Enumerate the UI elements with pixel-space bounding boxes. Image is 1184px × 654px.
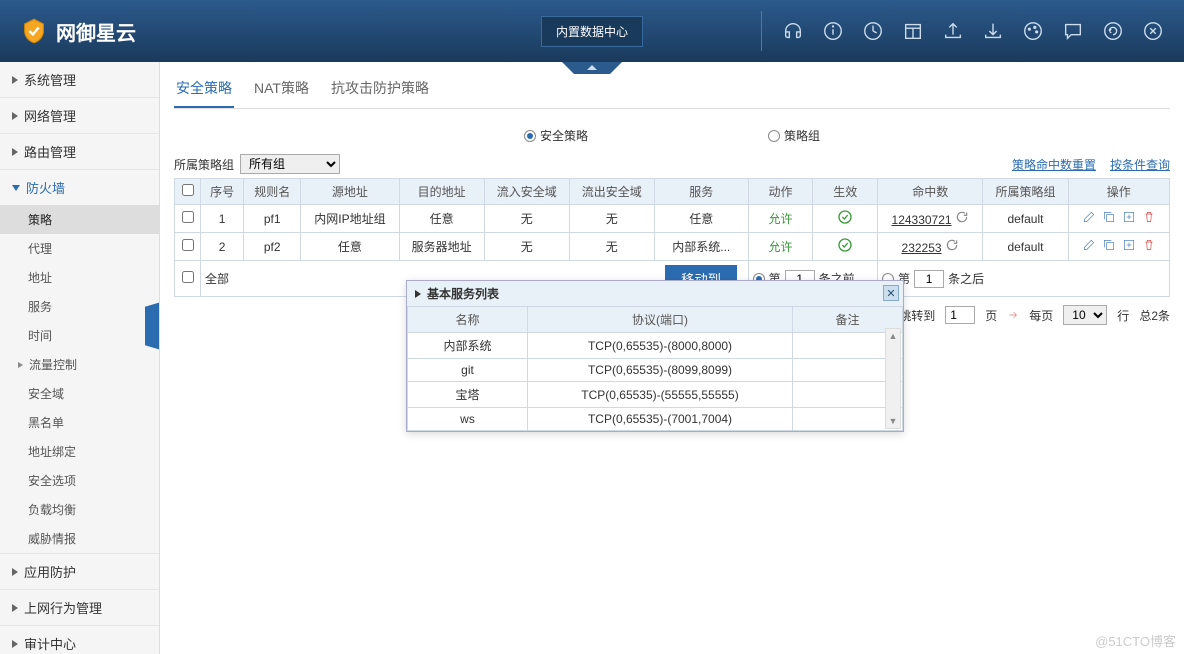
sidebar: 系统管理 网络管理 路由管理 防火墙 策略 代理 地址 服务 时间 流量控制 安… [0,62,160,654]
copy-icon[interactable] [1102,238,1116,255]
select-all-checkbox[interactable] [182,184,194,196]
brand-logo: 网御星云 [20,17,136,46]
page-go-icon[interactable] [1007,309,1019,321]
query-by-condition-link[interactable]: 按条件查询 [1110,156,1170,173]
group-filter-label: 所属策略组 [174,156,234,173]
delete-icon[interactable] [1142,238,1156,255]
edit-icon[interactable] [1082,238,1096,255]
sidebar-sub-lb[interactable]: 负载均衡 [0,495,159,524]
tab-security-policy[interactable]: 安全策略 [174,72,234,108]
tab-attack-protect[interactable]: 抗攻击防护策略 [329,72,431,108]
row-checkbox[interactable] [182,239,194,251]
triangle-icon [415,290,421,298]
sidebar-system-mgmt[interactable]: 系统管理 [0,62,159,97]
header-toolbar [761,11,1164,51]
group-filter-select[interactable]: 所有组 [240,154,340,174]
sidebar-route-mgmt[interactable]: 路由管理 [0,134,159,169]
radio-security-policy[interactable]: 安全策略 [524,127,588,144]
insert-icon[interactable] [1122,210,1136,227]
service-row: gitTCP(0,65535)-(8099,8099) [408,359,903,382]
sidebar-sub-threat[interactable]: 威胁情报 [0,524,159,553]
sidebar-sub-policy[interactable]: 策略 [0,205,159,234]
calendar-icon[interactable] [902,20,924,42]
refresh-icon[interactable] [955,213,969,227]
service-row: wsTCP(0,65535)-(7001,7004) [408,408,903,431]
undo-icon[interactable] [1102,20,1124,42]
shield-icon [20,17,48,45]
watermark: @51CTO博客 [1095,631,1176,650]
sidebar-sub-secopt[interactable]: 安全选项 [0,466,159,495]
sidebar-collapse-handle[interactable] [145,302,160,350]
main-content: 安全策略 NAT策略 抗攻击防护策略 安全策略 策略组 所属策略组 所有组 策略… [160,62,1184,654]
popup-header[interactable]: 基本服务列表 [407,281,903,306]
sidebar-audit[interactable]: 审计中心 [0,626,159,654]
close-icon[interactable] [1142,20,1164,42]
gauge-icon[interactable] [862,20,884,42]
app-header: 网御星云 内置数据中心 [0,0,1184,62]
page-jump-input[interactable] [945,306,975,324]
sidebar-sub-proxy[interactable]: 代理 [0,234,159,263]
copy-icon[interactable] [1102,210,1116,227]
chat-icon[interactable] [1062,20,1084,42]
upload-icon[interactable] [942,20,964,42]
tab-nat-policy[interactable]: NAT策略 [252,72,311,108]
policy-tabs: 安全策略 NAT策略 抗攻击防护策略 [174,72,1170,109]
sidebar-sub-time[interactable]: 时间 [0,321,159,350]
sidebar-app-protect[interactable]: 应用防护 [0,554,159,589]
select-all-bottom-checkbox[interactable] [182,271,194,283]
move-after-input[interactable] [914,270,944,288]
radio-policy-group[interactable]: 策略组 [768,127,820,144]
datacenter-button[interactable]: 内置数据中心 [541,16,643,47]
refresh-icon[interactable] [945,241,959,255]
sidebar-sub-zone[interactable]: 安全域 [0,379,159,408]
service-row: 宝塔TCP(0,65535)-(55555,55555) [408,382,903,408]
sidebar-network-mgmt[interactable]: 网络管理 [0,98,159,133]
header-center: 内置数据中心 [541,16,643,47]
service-list-popup: 基本服务列表 ✕ 名称 协议(端口) 备注 内部系统TCP(0,65535)-(… [406,280,904,432]
edit-icon[interactable] [1082,210,1096,227]
headset-icon[interactable] [782,20,804,42]
delete-icon[interactable] [1142,210,1156,227]
brand-text: 网御星云 [56,17,136,46]
sidebar-sub-traffic[interactable]: 流量控制 [0,350,159,379]
popup-close-button[interactable]: ✕ [883,285,899,301]
sidebar-behavior-mgmt[interactable]: 上网行为管理 [0,590,159,625]
popup-scrollbar[interactable]: ▲▼ [885,328,901,429]
info-icon[interactable] [822,20,844,42]
sidebar-firewall[interactable]: 防火墙 [0,170,159,205]
reset-hits-link[interactable]: 策略命中数重置 [1012,156,1096,173]
sidebar-sub-addrbind[interactable]: 地址绑定 [0,437,159,466]
filter-bar: 所属策略组 所有组 策略命中数重置 按条件查询 [174,154,1170,174]
table-row: 2pf2任意服务器地址无无内部系统...允许232253 default [175,233,1170,261]
insert-icon[interactable] [1122,238,1136,255]
service-row: 内部系统TCP(0,65535)-(8000,8000) [408,333,903,359]
hit-count[interactable]: 124330721 [892,213,952,227]
table-row: 1pf1内网IP地址组任意无无任意允许124330721 default [175,205,1170,233]
sidebar-sub-blacklist[interactable]: 黑名单 [0,408,159,437]
row-checkbox[interactable] [182,211,194,223]
view-mode-radio: 安全策略 策略组 [174,127,1170,144]
sidebar-sub-service[interactable]: 服务 [0,292,159,321]
palette-icon[interactable] [1022,20,1044,42]
per-page-select[interactable]: 10 [1063,305,1107,325]
download-icon[interactable] [982,20,1004,42]
hit-count[interactable]: 232253 [902,241,942,255]
sidebar-sub-address[interactable]: 地址 [0,263,159,292]
service-list-table: 名称 协议(端口) 备注 内部系统TCP(0,65535)-(8000,8000… [407,306,903,431]
